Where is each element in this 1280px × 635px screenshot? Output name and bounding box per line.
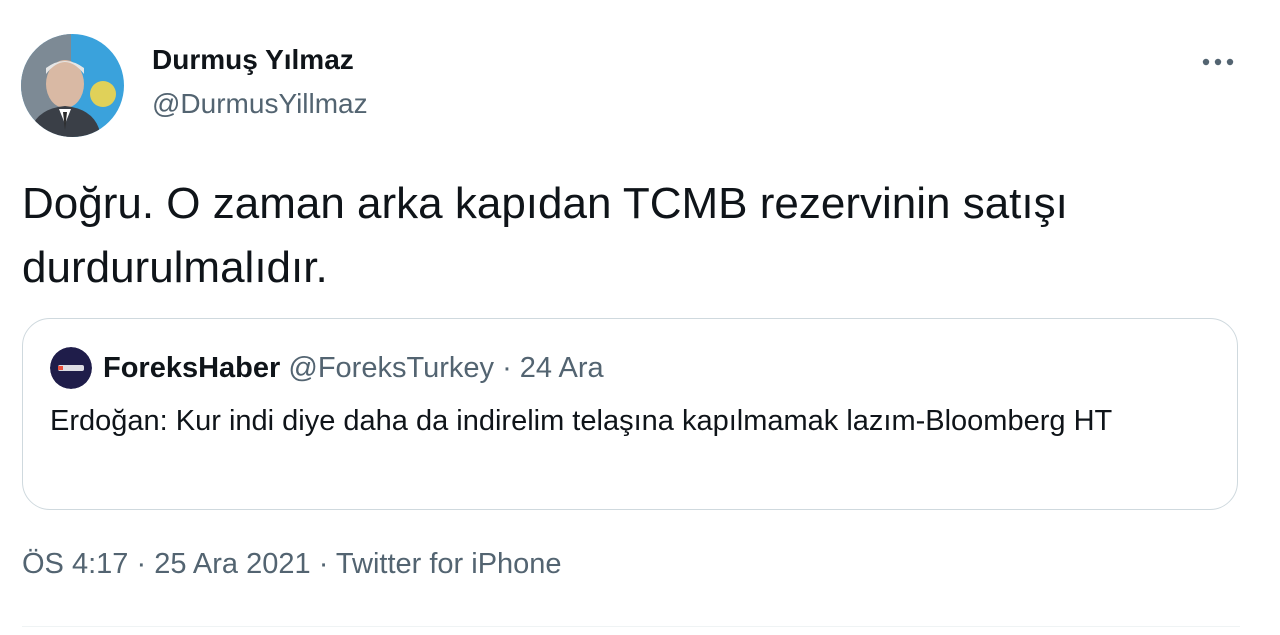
- meta-separator-1: ·: [136, 548, 147, 580]
- tweet-date[interactable]: 25 Ara 2021: [154, 548, 310, 580]
- tweet-metadata: ÖS 4:17 · 25 Ara 2021 · Twitter for iPho…: [22, 548, 562, 581]
- quoted-tweet-header: ForeksHaber @ForeksTurkey · 24 Ara: [103, 349, 604, 387]
- quoted-tweet-text: Erdoğan: Kur indi diye daha da indirelim…: [50, 405, 1113, 437]
- quoted-author-handle: @ForeksTurkey: [288, 352, 494, 384]
- author-name[interactable]: Durmuş Yılmaz: [152, 44, 354, 76]
- more-options-button[interactable]: [1196, 44, 1240, 80]
- tweet-text: Doğru. O zaman arka kapıdan TCMB rezervi…: [22, 179, 1068, 292]
- quoted-separator: ·: [502, 352, 512, 384]
- quoted-author-avatar: [50, 347, 92, 389]
- quoted-tweet-card[interactable]: ForeksHaber @ForeksTurkey · 24 Ara Erdoğ…: [22, 318, 1238, 510]
- tweet-time[interactable]: ÖS 4:17: [22, 548, 128, 580]
- more-horizontal-icon: [1202, 53, 1234, 71]
- quoted-author-name: ForeksHaber: [103, 352, 281, 384]
- meta-separator-2: ·: [318, 548, 329, 580]
- tweet-container: Durmuş Yılmaz @DurmusYillmaz Doğru. O za…: [0, 0, 1280, 635]
- author-handle[interactable]: @DurmusYillmaz: [152, 88, 368, 120]
- tweet-source[interactable]: Twitter for iPhone: [336, 548, 562, 580]
- author-avatar[interactable]: [21, 34, 124, 137]
- quoted-date: 24 Ara: [519, 352, 604, 384]
- divider: [22, 626, 1240, 627]
